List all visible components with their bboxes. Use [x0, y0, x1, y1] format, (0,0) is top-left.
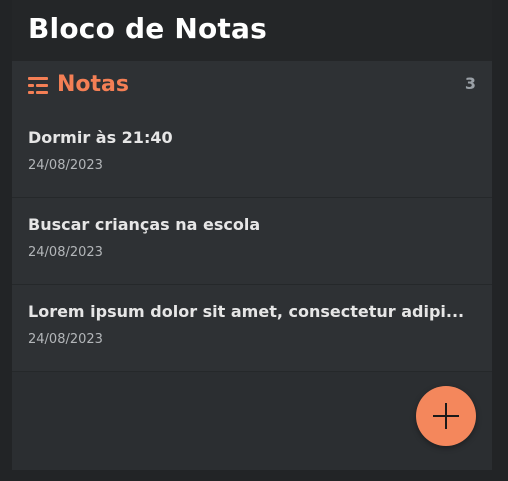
notes-section: Notas 3 Dormir às 21:40 24/08/2023 Busca… [12, 61, 492, 372]
app-header: Bloco de Notas [12, 0, 492, 61]
note-title: Buscar crianças na escola [28, 215, 261, 234]
note-title: Lorem ipsum dolor sit amet, consectetur … [28, 302, 465, 321]
notes-section-header: Notas [28, 71, 129, 99]
notes-count: 3 [464, 74, 476, 93]
app-container: Bloco de Notas Notas 3 Dormir às 21:40 2… [12, 0, 492, 470]
note-date: 24/08/2023 [28, 245, 103, 260]
note-title: Dormir às 21:40 [28, 128, 173, 147]
add-note-button[interactable] [416, 386, 476, 446]
note-date: 24/08/2023 [28, 332, 103, 347]
note-item[interactable]: Buscar crianças na escola 24/08/2023 [12, 199, 492, 285]
app-title: Bloco de Notas [28, 12, 267, 45]
note-item[interactable]: Dormir às 21:40 24/08/2023 [12, 112, 492, 198]
note-item[interactable]: Lorem ipsum dolor sit amet, consectetur … [12, 286, 492, 372]
plus-icon [433, 403, 459, 429]
notes-section-title: Notas [57, 72, 129, 97]
note-date: 24/08/2023 [28, 158, 103, 173]
list-icon [28, 76, 48, 94]
